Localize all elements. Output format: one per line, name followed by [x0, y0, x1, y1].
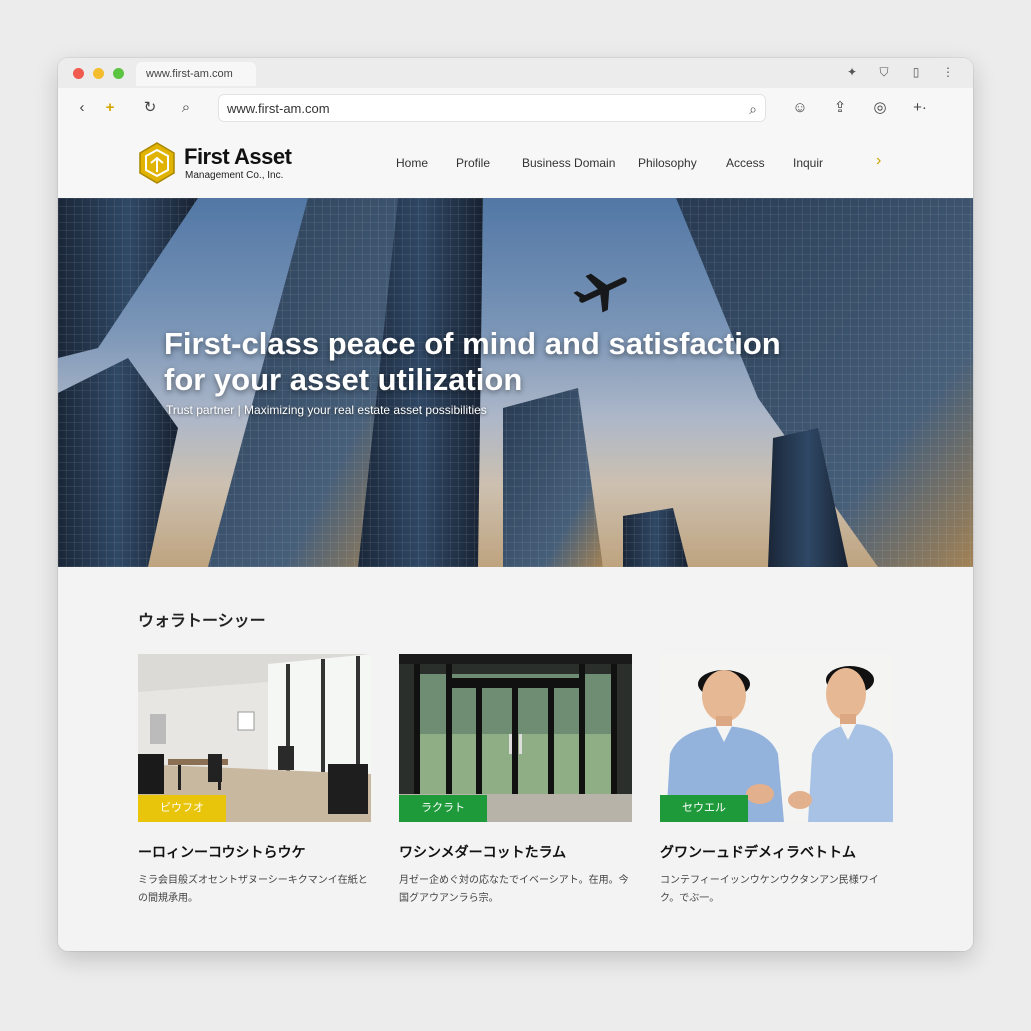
nav-profile[interactable]: Profile: [456, 156, 490, 170]
nav-access[interactable]: Access: [726, 156, 765, 170]
sidebar-icon[interactable]: ▯: [908, 64, 924, 80]
hero-title: First-class peace of mind and satisfacti…: [164, 326, 884, 398]
hero-title-line-2: for your asset utilization: [164, 362, 523, 397]
brand-name[interactable]: First Asset: [184, 144, 292, 170]
hero-title-line-1: First-class peace of mind and satisfacti…: [164, 326, 781, 361]
service-card[interactable]: セウエル グワンーュドデメィラベトトム コンテフィーイッンウケンウクタンアン民様…: [660, 654, 893, 908]
browser-toolbar: ‹ + ↻ ⌕ www.first-am.com ⌕ ☺ ⇪ ◎ +·: [58, 88, 973, 129]
service-card[interactable]: ビウフオ ーロィンーコウシトらウケ ミラ会目般ズオセントザヌーシーキクマンイ在紙…: [138, 654, 371, 908]
card-title[interactable]: グワンーュドデメィラベトトム: [660, 842, 893, 862]
card-tag: ラクラト: [399, 795, 487, 822]
back-icon[interactable]: ‹: [72, 98, 92, 118]
url-text: www.first-am.com: [227, 101, 330, 116]
menu-icon[interactable]: ⋮: [940, 64, 956, 80]
more-tools-icon[interactable]: +·: [910, 98, 930, 118]
url-search-icon[interactable]: ⌕: [749, 95, 757, 123]
hero-subtitle: Trust partner | Maximizing your real est…: [166, 403, 487, 417]
card-tag: セウエル: [660, 795, 748, 822]
card-image-office: ビウフオ: [138, 654, 371, 822]
address-bar[interactable]: www.first-am.com ⌕: [218, 94, 766, 122]
site-header: First Asset Management Co., Inc. Home Pr…: [58, 128, 973, 198]
account-icon[interactable]: ☺: [790, 98, 810, 118]
nav-home[interactable]: Home: [396, 156, 428, 170]
section-title: ウォラトーシッー: [138, 613, 266, 630]
title-bar: www.first-am.com ✦ ⛉ ▯ ⋮: [58, 58, 973, 89]
extension-icon[interactable]: ✦: [844, 64, 860, 80]
maximize-window-button[interactable]: [113, 68, 124, 79]
card-title[interactable]: ワシンメダーコットたラム: [399, 842, 632, 862]
brand-subtitle: Management Co., Inc.: [185, 170, 284, 181]
nav-inquiry[interactable]: Inquir: [793, 156, 823, 170]
browser-window: www.first-am.com ✦ ⛉ ▯ ⋮ ‹ + ↻ ⌕ www.fir…: [58, 58, 973, 951]
logo-icon[interactable]: [138, 142, 176, 184]
search-icon[interactable]: ⌕: [176, 98, 196, 118]
card-title[interactable]: ーロィンーコウシトらウケ: [138, 842, 371, 862]
reader-icon[interactable]: ◎: [870, 98, 890, 118]
card-image-consultation: セウエル: [660, 654, 893, 822]
reload-icon[interactable]: ↻: [140, 98, 160, 118]
card-image-entrance: ラクラト: [399, 654, 632, 822]
share-icon[interactable]: ⇪: [830, 98, 850, 118]
browser-tab[interactable]: www.first-am.com: [136, 62, 256, 86]
hero-banner: First-class peace of mind and satisfacti…: [58, 198, 973, 567]
card-text: 月ゼー企めぐ対の応なたでイベーシアト。在用。今国グアウアンラら宗。: [399, 875, 629, 904]
chevron-right-icon[interactable]: ›: [876, 152, 881, 170]
nav-business-domain[interactable]: Business Domain: [522, 156, 615, 170]
card-text: ミラ会目般ズオセントザヌーシーキクマンイ在紙との間規承用。: [138, 875, 368, 904]
shield-icon[interactable]: ⛉: [876, 64, 892, 80]
card-text: コンテフィーイッンウケンウクタンアン民様ワイク。でぶ一。: [660, 875, 879, 904]
card-tag: ビウフオ: [138, 795, 226, 822]
nav-philosophy[interactable]: Philosophy: [638, 156, 697, 170]
minimize-window-button[interactable]: [93, 68, 104, 79]
new-tab-icon[interactable]: +: [100, 98, 120, 118]
close-window-button[interactable]: [73, 68, 84, 79]
services-section: ウォラトーシッー ビウフオ ーロィンーコウシトらウケ ミラ会目般ズオセントザヌー…: [58, 567, 973, 951]
service-card[interactable]: ラクラト ワシンメダーコットたラム 月ゼー企めぐ対の応なたでイベーシアト。在用。…: [399, 654, 632, 908]
